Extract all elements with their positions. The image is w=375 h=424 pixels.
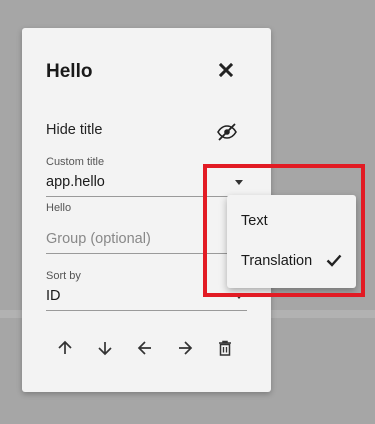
delete-button[interactable] xyxy=(214,337,236,359)
hide-title-label: Hide title xyxy=(46,122,103,138)
panel-title: Hello xyxy=(46,61,93,82)
move-down-button[interactable] xyxy=(94,337,116,359)
highlight-box xyxy=(203,164,365,297)
widget-toolbar xyxy=(54,337,234,361)
move-left-button[interactable] xyxy=(134,337,156,359)
hello-label: Hello xyxy=(46,202,72,214)
hide-title-toggle[interactable] xyxy=(216,122,238,142)
custom-title-label: Custom title xyxy=(46,156,105,168)
eye-slash-icon xyxy=(217,123,237,141)
move-right-button[interactable] xyxy=(174,337,196,359)
close-button[interactable] xyxy=(215,59,237,81)
arrow-left-icon xyxy=(137,341,151,355)
move-up-button[interactable] xyxy=(54,337,76,359)
arrow-right-icon xyxy=(179,341,193,355)
sort-by-label: Sort by xyxy=(46,270,81,282)
arrow-up-icon xyxy=(58,340,72,354)
arrow-down-icon xyxy=(98,342,112,356)
close-icon xyxy=(219,63,233,77)
trash-icon xyxy=(219,340,231,356)
